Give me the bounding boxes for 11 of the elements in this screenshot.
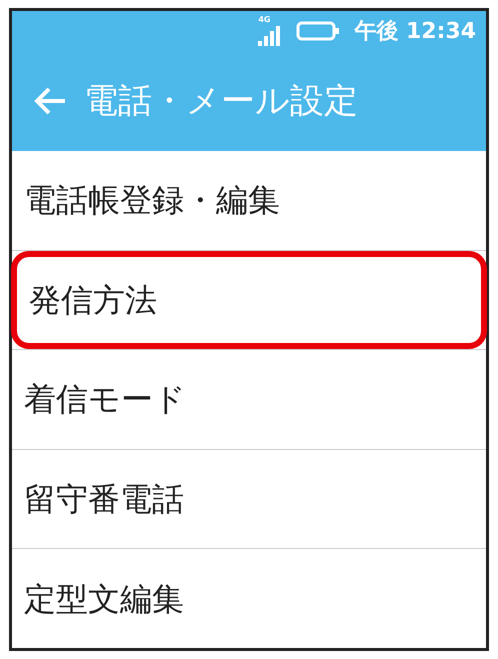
signal-icon — [258, 26, 282, 46]
screen-title: 電話・メール設定 — [84, 80, 358, 122]
status-time: 午後 12:34 — [354, 18, 476, 46]
battery-icon — [296, 21, 340, 41]
menu-item[interactable]: 電話帳登録・編集 — [12, 151, 486, 250]
back-arrow-icon — [33, 86, 67, 116]
menu-item[interactable]: 発信方法 — [11, 250, 487, 350]
menu-item[interactable]: 留守番電話 — [12, 450, 486, 548]
menu-item[interactable]: 着信モード — [12, 350, 486, 449]
menu-item[interactable]: 定型文編集 — [12, 549, 486, 648]
network-label: 4G — [258, 16, 270, 24]
